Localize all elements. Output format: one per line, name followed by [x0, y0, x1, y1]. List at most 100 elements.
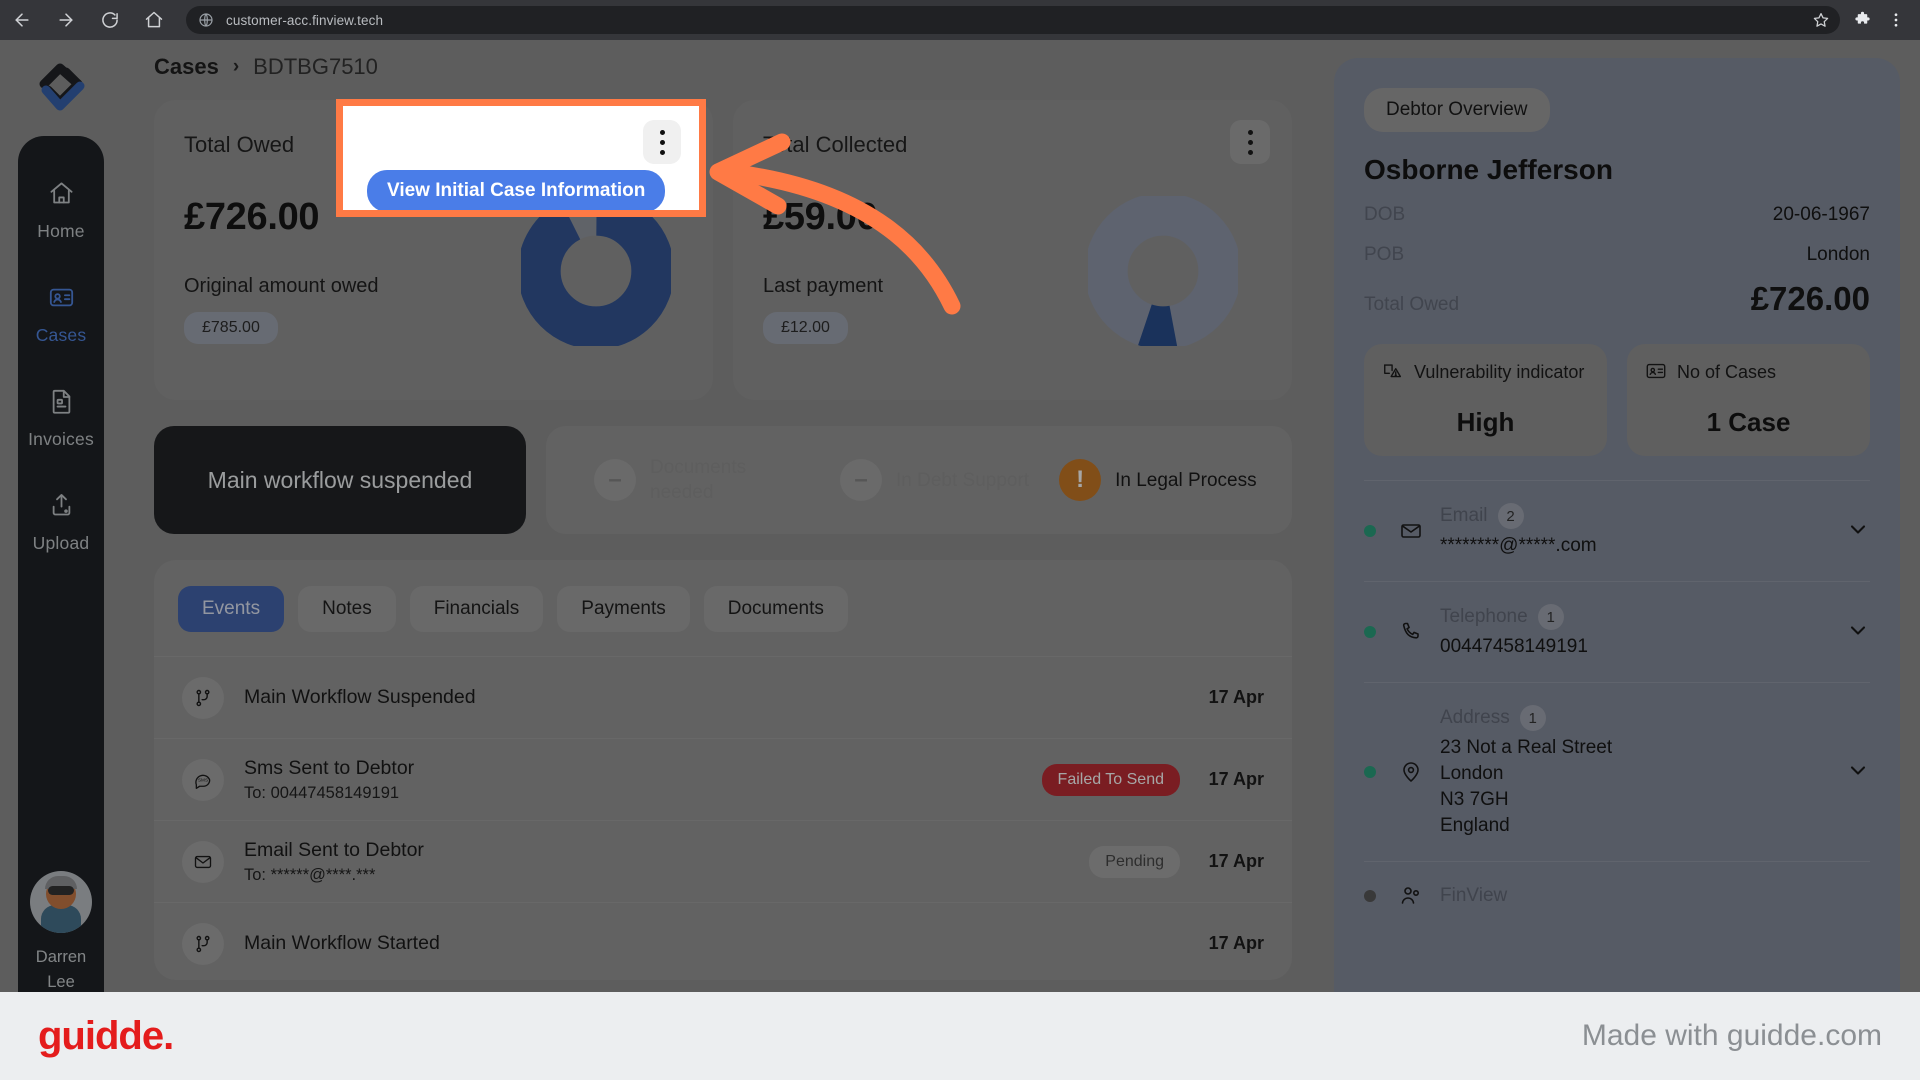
tile-value: High — [1456, 407, 1515, 437]
url-text: customer-acc.finview.tech — [226, 12, 384, 28]
event-title: Main Workflow Suspended — [244, 686, 476, 708]
contact-label: Telephone — [1440, 606, 1528, 627]
table-row[interactable]: Main Workflow Suspended 17 Apr — [154, 656, 1292, 738]
email-icon — [182, 840, 224, 883]
tile-no-of-cases[interactable]: No of Cases 1 Case — [1627, 344, 1870, 456]
pin-icon — [1394, 760, 1428, 784]
browser-menu-icon[interactable] — [1882, 6, 1910, 34]
workflow-icon — [182, 676, 224, 719]
tab-financials[interactable]: Financials — [409, 586, 544, 632]
contact-label: Email — [1440, 505, 1488, 526]
stage-status-icon: – — [840, 459, 882, 501]
stage-in-debt-support[interactable]: – In Debt Support — [840, 459, 1029, 501]
browser-toolbar: customer-acc.finview.tech — [0, 0, 1920, 40]
browser-actions — [1848, 6, 1920, 34]
tab-notes[interactable]: Notes — [298, 586, 396, 632]
workflow-stages: – Documents needed – In Debt Support ! I… — [546, 426, 1292, 534]
field-label: DOB — [1364, 204, 1406, 225]
sidebar-item-cases[interactable]: Cases — [18, 284, 104, 346]
chevron-down-icon[interactable] — [1846, 758, 1870, 787]
sidebar-item-label: Upload — [32, 533, 90, 553]
status-dot — [1364, 626, 1376, 638]
status-dot — [1364, 525, 1376, 537]
id-card-icon — [48, 284, 75, 316]
card-total-collected: Total Collected £59.00 Last payment £12.… — [733, 100, 1292, 400]
guidde-logo: guidde. — [38, 1013, 174, 1058]
tab-bar: Events Notes Financials Payments Documen… — [154, 560, 1292, 656]
field-label: POB — [1364, 244, 1405, 265]
table-row[interactable]: Main Workflow Started 17 Apr — [154, 902, 1292, 980]
tab-documents[interactable]: Documents — [703, 586, 848, 632]
view-initial-case-information-button[interactable]: View Initial Case Information — [367, 170, 666, 210]
tile-label: No of Cases — [1677, 362, 1777, 382]
address-bar[interactable]: customer-acc.finview.tech — [186, 6, 1840, 34]
globe-icon — [198, 12, 214, 28]
stage-documents-needed[interactable]: – Documents needed — [594, 455, 810, 505]
guidde-highlight-box: View Initial Case Information — [336, 99, 706, 217]
chevron-down-icon[interactable] — [1846, 517, 1870, 546]
event-subtitle: To: 00447458149191 — [244, 783, 400, 802]
sidebar-item-upload[interactable]: Upload — [18, 492, 104, 554]
card-title: Total Collected — [763, 132, 908, 157]
field-pob: POB London — [1364, 244, 1870, 266]
tab-payments[interactable]: Payments — [557, 586, 690, 632]
event-date: 17 Apr — [1208, 851, 1264, 871]
sidebar-item-label: Cases — [35, 325, 87, 345]
phone-icon — [1394, 620, 1428, 644]
kpi-row: Total Owed £726.00 Original amount owed … — [128, 100, 1318, 400]
stage-status-icon: – — [594, 459, 636, 501]
contact-value: 23 Not a Real Street London N3 7GH Engla… — [1440, 737, 1613, 836]
contact-row-finview[interactable]: FinView — [1364, 861, 1870, 930]
id-card-icon — [1645, 360, 1667, 387]
event-date: 17 Apr — [1208, 687, 1264, 707]
forward-icon[interactable] — [44, 0, 88, 40]
contact-row-telephone[interactable]: Telephone 1 00447458149191 — [1364, 581, 1870, 682]
reload-icon[interactable] — [88, 0, 132, 40]
tab-label: Events — [202, 598, 261, 619]
table-row[interactable]: SMS Sms Sent to Debtor To: 0044745814919… — [154, 738, 1292, 820]
card-menu-button[interactable] — [643, 120, 681, 164]
bookmark-icon[interactable] — [1812, 11, 1830, 34]
contact-count: 1 — [1519, 705, 1546, 731]
contact-row-address[interactable]: Address 1 23 Not a Real Street London N3… — [1364, 682, 1870, 861]
stage-status-icon: ! — [1059, 459, 1102, 501]
made-with-guidde-label: Made with guidde.com — [1581, 1019, 1882, 1052]
avatar — [30, 871, 92, 933]
vulnerability-icon — [1382, 360, 1404, 387]
card-sub-value: £785.00 — [184, 312, 278, 344]
breadcrumb-root[interactable]: Cases — [154, 54, 219, 80]
status-dot — [1364, 890, 1376, 902]
sidebar-item-home[interactable]: Home — [18, 180, 104, 242]
tab-label: Payments — [581, 598, 666, 619]
stage-in-legal-process[interactable]: ! In Legal Process — [1059, 459, 1257, 501]
home-icon[interactable] — [132, 0, 176, 40]
app-root: Home Cases Invoices Upload Darren Lee Ca… — [0, 40, 1920, 1080]
workflow-suspended-banner: Main workflow suspended — [154, 426, 526, 534]
tile-vulnerability-indicator[interactable]: Vulnerability indicator High — [1364, 344, 1607, 456]
upload-icon — [48, 492, 75, 524]
extensions-icon[interactable] — [1848, 6, 1876, 34]
tab-label: Notes — [322, 598, 372, 619]
card-menu-button[interactable] — [1230, 120, 1270, 164]
finview-logo-icon — [30, 62, 92, 120]
chevron-down-icon[interactable] — [1846, 618, 1870, 647]
contact-value: ********@*****.com — [1440, 535, 1597, 556]
debtor-overview-chip: Debtor Overview — [1364, 88, 1550, 132]
contact-row-email[interactable]: Email 2 ********@*****.com — [1364, 480, 1870, 581]
table-row[interactable]: Email Sent to Debtor To: ******@****.***… — [154, 820, 1292, 902]
home-icon — [48, 180, 75, 212]
sidebar-item-invoices[interactable]: Invoices — [18, 388, 104, 450]
back-icon[interactable] — [0, 0, 44, 40]
svg-text:SMS: SMS — [198, 777, 208, 782]
event-date: 17 Apr — [1208, 933, 1264, 953]
people-icon — [1394, 884, 1428, 908]
user-name-line1: Darren — [35, 948, 87, 966]
sidebar-item-label: Home — [37, 221, 85, 241]
event-title: Sms Sent to Debtor — [244, 756, 415, 779]
stage-label: In Debt Support — [896, 469, 1030, 491]
debtor-name: Osborne Jefferson — [1364, 154, 1613, 185]
stage-label: In Legal Process — [1115, 469, 1257, 491]
tab-events[interactable]: Events — [178, 586, 285, 632]
workflow-icon — [182, 922, 224, 965]
invoice-icon — [48, 388, 75, 420]
